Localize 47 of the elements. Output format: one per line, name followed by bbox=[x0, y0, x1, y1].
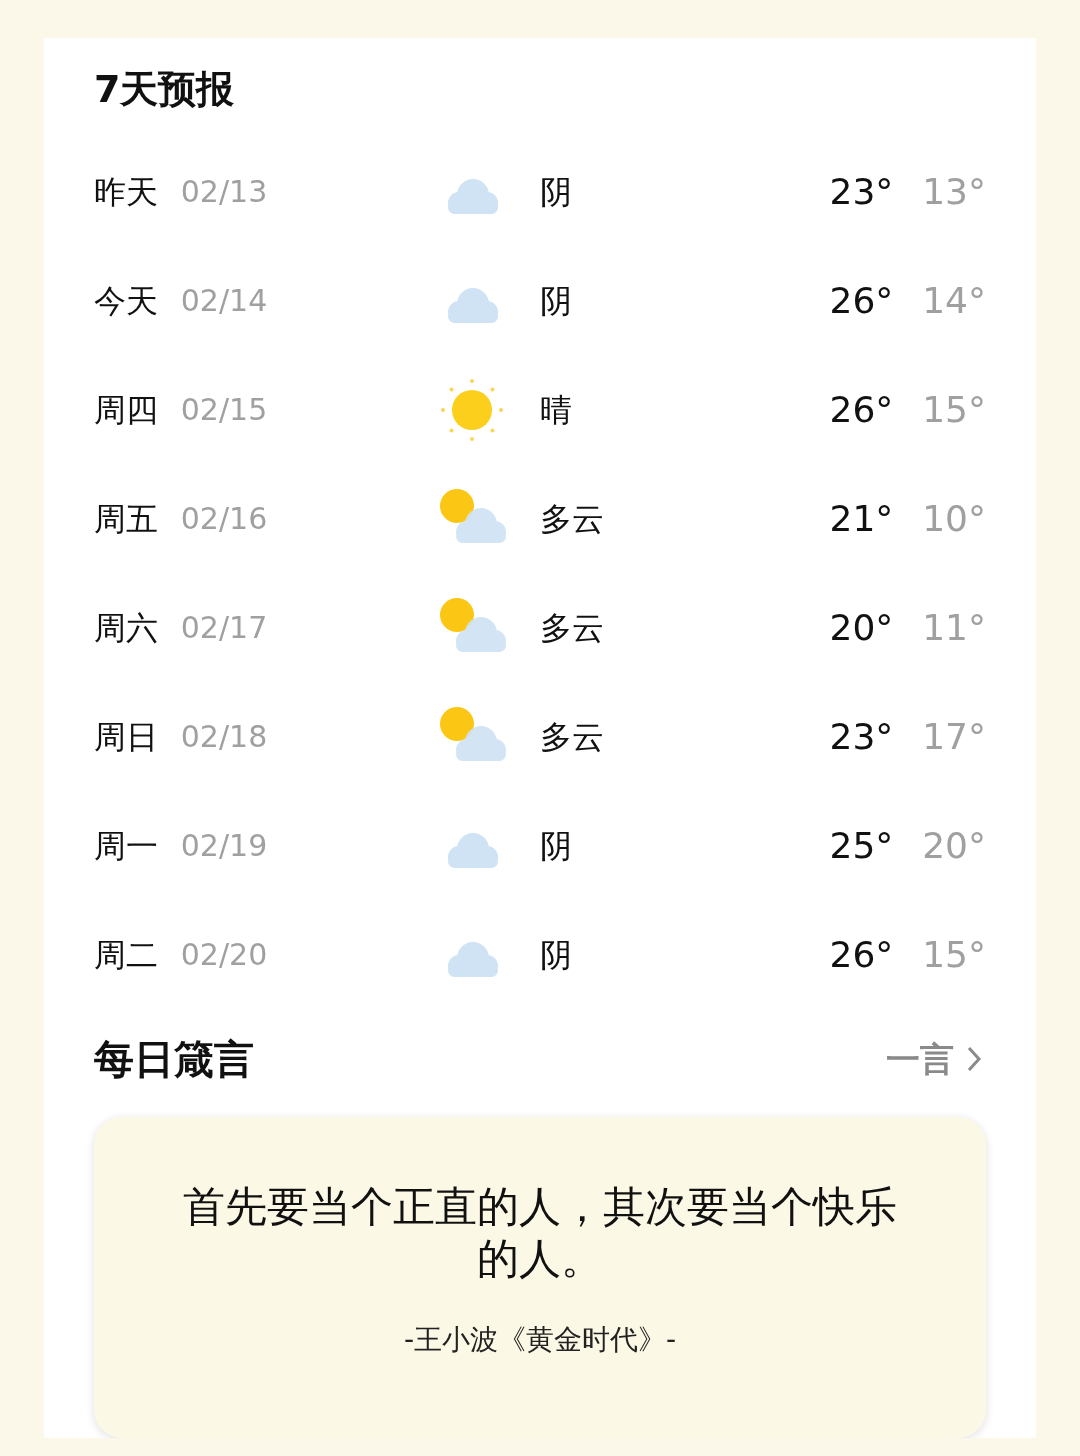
condition-label: 阴 bbox=[539, 280, 573, 322]
low-temperature: 15° bbox=[922, 932, 986, 977]
day-label: 周五 bbox=[94, 498, 159, 540]
high-temperature: 23° bbox=[829, 169, 895, 214]
low-temperature: 15° bbox=[922, 387, 986, 432]
low-temperature: 14° bbox=[922, 278, 986, 323]
section-title: 每日箴言 bbox=[94, 1035, 254, 1084]
condition-label: 阴 bbox=[539, 171, 573, 213]
high-temperature: 26° bbox=[829, 278, 895, 323]
day-label: 今天 bbox=[94, 280, 159, 322]
day-label: 周六 bbox=[94, 607, 159, 649]
date-label: 02/14 bbox=[180, 282, 269, 320]
section-title: 7天预报 bbox=[94, 66, 236, 113]
date-label: 02/17 bbox=[180, 609, 269, 647]
date-label: 02/20 bbox=[180, 936, 269, 974]
day-label: 周日 bbox=[94, 716, 159, 758]
condition-label: 晴 bbox=[539, 389, 573, 431]
low-temperature: 20° bbox=[922, 823, 986, 868]
more-link[interactable]: 一言 bbox=[886, 1033, 982, 1085]
chevron-right-icon bbox=[966, 1045, 982, 1073]
date-label: 02/19 bbox=[180, 827, 269, 865]
day-label: 周四 bbox=[94, 389, 159, 431]
low-temperature: 11° bbox=[922, 605, 986, 650]
condition-label: 阴 bbox=[539, 825, 573, 867]
condition-label: 多云 bbox=[539, 607, 605, 649]
low-temperature: 17° bbox=[922, 714, 986, 759]
high-temperature: 26° bbox=[829, 387, 895, 432]
day-label: 昨天 bbox=[94, 171, 159, 213]
sun-icon bbox=[439, 376, 506, 443]
low-temperature: 13° bbox=[922, 169, 986, 214]
date-label: 02/13 bbox=[180, 173, 269, 211]
high-temperature: 21° bbox=[829, 496, 895, 541]
high-temperature: 26° bbox=[829, 932, 895, 977]
condition-label: 多云 bbox=[539, 498, 605, 540]
date-label: 02/16 bbox=[180, 500, 269, 538]
quote-text: 首先要当个正直的人，其次要当个快乐的人。 bbox=[182, 1181, 898, 1285]
high-temperature: 25° bbox=[829, 823, 895, 868]
date-label: 02/15 bbox=[180, 391, 269, 429]
date-label: 02/18 bbox=[180, 718, 269, 756]
quote-source: -王小波《黄金时代》- bbox=[403, 1322, 677, 1358]
low-temperature: 10° bbox=[922, 496, 986, 541]
day-label: 周二 bbox=[94, 934, 159, 976]
day-label: 周一 bbox=[94, 825, 159, 867]
condition-label: 阴 bbox=[539, 934, 573, 976]
high-temperature: 23° bbox=[829, 714, 895, 759]
condition-label: 多云 bbox=[539, 716, 605, 758]
high-temperature: 20° bbox=[829, 605, 895, 650]
